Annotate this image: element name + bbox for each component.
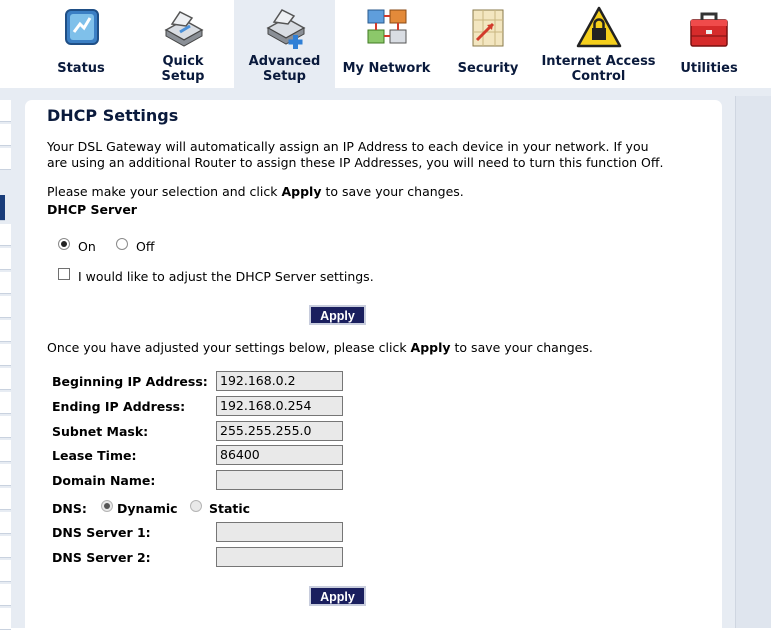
my-network-icon	[367, 9, 406, 44]
adjusted-instruction-prefix: Once you have adjusted your settings bel…	[47, 340, 411, 355]
nav-label-quick-setup: Quick Setup	[161, 54, 205, 84]
nav-security[interactable]: Security	[440, 0, 536, 88]
nav-label-security: Security	[457, 61, 519, 76]
nav-quick-setup[interactable]: Quick Setup	[133, 0, 233, 88]
apply-button-top[interactable]: Apply	[309, 305, 366, 325]
left-tab[interactable]	[0, 368, 11, 390]
end-ip-field[interactable]: 192.168.0.254	[216, 396, 343, 416]
dns-static-label: Static	[209, 501, 251, 516]
status-icon	[65, 9, 99, 45]
left-tab[interactable]	[0, 560, 11, 582]
selection-instruction-prefix: Please make your selection and click	[47, 184, 282, 199]
dns-server-1-field[interactable]	[216, 522, 343, 542]
nav-label-my-network: My Network	[342, 61, 431, 76]
dns-server-2-field[interactable]	[216, 547, 343, 567]
quick-setup-icon	[164, 11, 204, 47]
left-tab[interactable]	[0, 536, 11, 558]
nav-status[interactable]: Status	[33, 0, 129, 88]
left-tab[interactable]	[0, 488, 11, 510]
left-tab[interactable]	[0, 416, 11, 438]
adjust-dhcp-checkbox[interactable]	[58, 268, 70, 280]
nav-advanced-setup[interactable]: Advanced Setup	[234, 0, 335, 88]
lease-time-field[interactable]: 86400	[216, 445, 343, 465]
advanced-setup-icon	[265, 9, 306, 49]
begin-ip-label: Beginning IP Address:	[52, 374, 208, 389]
selection-instruction: Please make your selection and click App…	[47, 183, 464, 201]
domain-name-label: Domain Name:	[52, 473, 156, 488]
selection-instruction-suffix: to save your changes.	[321, 184, 464, 199]
dns-dynamic-radio[interactable]	[101, 500, 113, 512]
apply-button-bottom[interactable]: Apply	[309, 586, 366, 606]
dns-static-radio[interactable]	[190, 500, 202, 512]
dns-label: DNS:	[52, 501, 87, 516]
toolbox-icon	[690, 12, 728, 47]
adjusted-instruction: Once you have adjusted your settings bel…	[47, 339, 593, 357]
dhcp-server-on-radio[interactable]	[58, 238, 70, 250]
lease-time-label: Lease Time:	[52, 448, 137, 463]
left-tab[interactable]	[0, 272, 11, 294]
adjusted-instruction-suffix: to save your changes.	[450, 340, 593, 355]
left-tab[interactable]	[0, 224, 11, 246]
subnet-mask-field[interactable]: 255.255.255.0	[216, 421, 343, 441]
adjusted-instruction-apply: Apply	[410, 340, 451, 355]
nav-label-status: Status	[57, 61, 105, 76]
left-tab[interactable]	[0, 440, 11, 462]
internet-access-lock-icon	[576, 6, 621, 48]
left-tab[interactable]	[0, 100, 11, 122]
left-tab[interactable]	[0, 124, 11, 146]
nav-label-utilities: Utilities	[680, 61, 738, 76]
right-rail	[735, 96, 771, 628]
begin-ip-field[interactable]: 192.168.0.2	[216, 371, 343, 391]
selection-instruction-apply: Apply	[281, 184, 322, 199]
security-icon	[472, 9, 504, 47]
nav-internet-access-control[interactable]: Internet Access Control	[538, 0, 659, 88]
nav-label-internet-access-control: Internet Access Control	[541, 54, 656, 84]
top-navigation: Status Quick Setup Advanced Setup My Net…	[0, 0, 771, 88]
left-tab[interactable]	[0, 392, 11, 414]
end-ip-label: Ending IP Address:	[52, 399, 186, 414]
left-tab-active[interactable]	[0, 195, 5, 221]
left-tab[interactable]	[0, 148, 11, 170]
left-tab[interactable]	[0, 584, 11, 606]
nav-label-advanced-setup: Advanced Setup	[248, 54, 321, 84]
dhcp-server-heading: DHCP Server	[47, 202, 137, 217]
adjust-dhcp-checkbox-label: I would like to adjust the DHCP Server s…	[78, 269, 374, 284]
nav-my-network[interactable]: My Network	[336, 0, 437, 88]
dns-server-2-label: DNS Server 2:	[52, 550, 151, 565]
intro-text-line-2: are using an additional Router to assign…	[47, 155, 664, 170]
dns-server-1-label: DNS Server 1:	[52, 525, 151, 540]
left-tab[interactable]	[0, 464, 11, 486]
left-tab[interactable]	[0, 248, 11, 270]
page-title: DHCP Settings	[47, 106, 179, 125]
domain-name-field[interactable]	[216, 470, 343, 490]
nav-utilities[interactable]: Utilities	[661, 0, 757, 88]
left-tab[interactable]	[0, 320, 11, 342]
left-tab[interactable]	[0, 296, 11, 318]
dhcp-server-on-label: On	[78, 239, 96, 254]
left-side-tabs	[0, 100, 11, 630]
dhcp-server-off-radio[interactable]	[116, 238, 128, 250]
dns-dynamic-label: Dynamic	[117, 501, 178, 516]
left-tab[interactable]	[0, 344, 11, 366]
left-tab[interactable]	[0, 512, 11, 534]
subnet-mask-label: Subnet Mask:	[52, 424, 149, 439]
dhcp-server-off-label: Off	[136, 239, 155, 254]
left-tab[interactable]	[0, 608, 11, 630]
